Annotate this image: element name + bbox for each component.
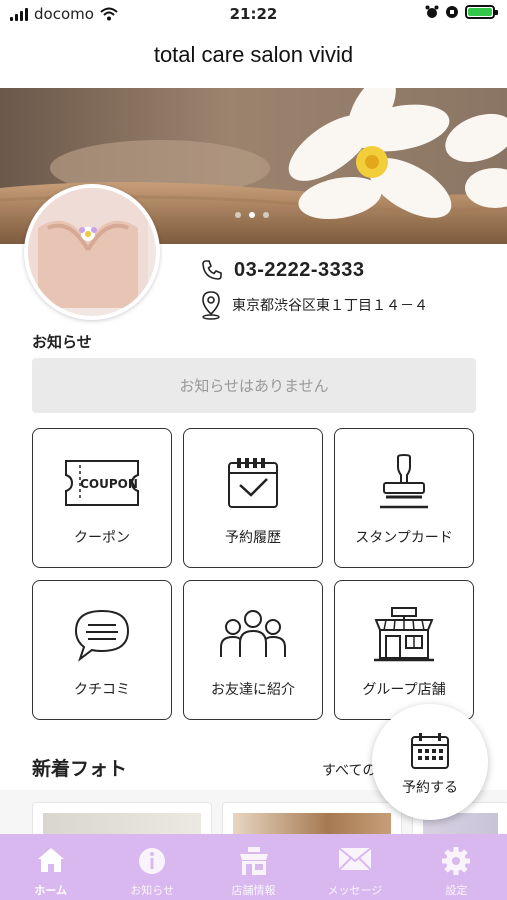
tab-label: ホーム xyxy=(34,884,68,897)
speech-bubble-icon xyxy=(74,609,130,662)
status-bar: docomo 21:22 xyxy=(0,0,507,30)
tab-home[interactable]: ホーム xyxy=(0,834,101,900)
page-title: total care salon vivid xyxy=(153,42,354,67)
phone-row[interactable]: 03-2222-3333 xyxy=(200,258,428,282)
reserve-button[interactable]: 予約する xyxy=(372,704,488,820)
tile-label: クーポン xyxy=(74,530,130,546)
news-empty-box: お知らせはありません xyxy=(32,358,476,413)
tab-messages[interactable]: メッセージ xyxy=(304,834,405,900)
reserve-button-label: 予約する xyxy=(402,780,458,796)
tile-coupon[interactable]: COUPON クーポン xyxy=(32,428,172,568)
people-icon xyxy=(220,610,286,657)
contact-info: 03-2222-3333 東京都渋谷区東１丁目１４－４ xyxy=(200,258,428,320)
phone-number[interactable]: 03-2222-3333 xyxy=(234,259,365,282)
address-text[interactable]: 東京都渋谷区東１丁目１４－４ xyxy=(232,295,428,315)
home-icon xyxy=(37,848,64,872)
carousel-dot[interactable] xyxy=(235,212,241,218)
status-right xyxy=(425,5,498,19)
avatar-image xyxy=(28,188,148,308)
new-photos-heading: 新着フォト xyxy=(32,758,128,780)
tile-label: スタンプカード xyxy=(355,530,453,546)
mail-icon xyxy=(338,847,372,871)
tab-label: お知らせ xyxy=(130,884,174,897)
tile-label: 予約履歴 xyxy=(225,530,281,546)
carousel-dot-active[interactable] xyxy=(249,212,255,218)
tab-news[interactable]: お知らせ xyxy=(101,834,202,900)
phone-icon xyxy=(202,260,222,280)
tile-group-stores[interactable]: グループ店舗 xyxy=(334,580,474,720)
salon-avatar xyxy=(24,184,160,320)
tile-refer-friend[interactable]: お友達に紹介 xyxy=(183,580,323,720)
carousel-dots[interactable] xyxy=(235,212,269,218)
tile-label: クチコミ xyxy=(74,682,130,698)
tab-shop-info[interactable]: 店舗情報 xyxy=(203,834,304,900)
coupon-icon: COUPON xyxy=(65,460,139,506)
map-pin-icon xyxy=(202,291,220,320)
tile-reservation-history[interactable]: 予約履歴 xyxy=(183,428,323,568)
tile-stamp-card[interactable]: スタンプカード xyxy=(334,428,474,568)
news-empty-text: お知らせはありません xyxy=(179,377,329,395)
info-icon xyxy=(139,848,166,874)
tab-bar: ホーム お知らせ 店舗情報 メッセージ 設定 xyxy=(0,834,507,900)
rotation-lock-icon xyxy=(446,6,458,18)
battery-icon xyxy=(465,5,498,19)
stamp-icon xyxy=(380,453,428,509)
tab-label: 設定 xyxy=(445,884,468,897)
tile-label: グループ店舗 xyxy=(362,682,446,698)
tab-settings[interactable]: 設定 xyxy=(406,834,507,900)
tab-label: 店舗情報 xyxy=(231,884,276,897)
carousel-dot[interactable] xyxy=(263,212,269,218)
address-row[interactable]: 東京都渋谷区東１丁目１４－４ xyxy=(200,290,428,320)
store-icon xyxy=(374,607,434,662)
tile-label: お友達に紹介 xyxy=(211,682,295,698)
coupon-icon-text: COUPON xyxy=(80,477,138,491)
calendar-icon xyxy=(411,733,449,769)
gear-icon xyxy=(442,847,471,875)
tab-label: メッセージ xyxy=(327,884,383,897)
calendar-check-icon xyxy=(228,458,278,508)
alarm-icon xyxy=(425,5,439,18)
see-all-link[interactable]: すべての xyxy=(322,760,376,780)
shop-icon xyxy=(239,847,268,875)
news-heading: お知らせ xyxy=(32,333,92,351)
tile-reviews[interactable]: クチコミ xyxy=(32,580,172,720)
